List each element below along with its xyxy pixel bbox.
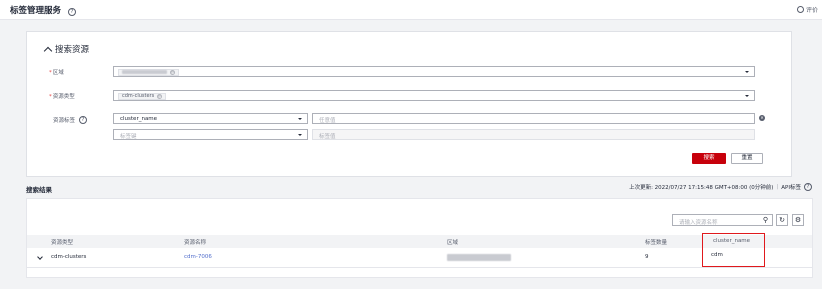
tag-value-placeholder: 任意值 <box>319 118 336 124</box>
chip-close-icon[interactable]: ⊗ <box>157 93 163 99</box>
page-title: 标签管理服务 ? <box>10 4 76 16</box>
col-resource-name: 资源名称 <box>184 240 207 246</box>
table-row[interactable]: cdm-clusters cdm-7006 9 cdm <box>27 248 812 268</box>
search-section-toggle[interactable]: 搜索资源 <box>43 43 90 55</box>
row-resource-type: cdm-clusters <box>51 254 87 260</box>
smile-icon <box>796 6 804 13</box>
results-title: 搜索结果 <box>26 186 52 194</box>
region-chip: ⊗ <box>118 68 179 76</box>
region-label: *区域 <box>49 70 64 76</box>
chevron-down-icon <box>298 134 302 136</box>
tag-key-placeholder: 标签键 <box>120 134 137 140</box>
search-panel: 搜索资源 *区域 ⊗ *资源类型 cdm-clusters ⊗ 资源标签 ? c… <box>26 31 792 177</box>
help-icon[interactable]: ? <box>67 8 76 16</box>
expand-row-icon[interactable] <box>37 254 43 260</box>
required-mark: * <box>49 94 52 100</box>
tag-key-select-2[interactable]: 标签键 <box>113 129 308 140</box>
table-header: 资源类型 资源名称 区域 标签数量 cluster_name <box>27 235 812 248</box>
evaluate-label: 评价 <box>805 7 818 14</box>
gear-icon: ⚙ <box>794 216 802 224</box>
search-section-title: 搜索资源 <box>55 45 90 55</box>
required-mark: * <box>49 70 52 76</box>
highlight-box <box>702 233 765 267</box>
row-tag-count: 9 <box>645 254 649 260</box>
region-select[interactable]: ⊗ <box>113 66 755 77</box>
delete-tag-icon[interactable]: ✕ <box>759 115 765 121</box>
tag-value-input[interactable]: 任意值 <box>312 113 755 124</box>
row-region-redacted <box>447 254 511 261</box>
top-bar: 标签管理服务 ? 评价 <box>0 0 822 20</box>
resource-type-label: *资源类型 <box>49 94 75 100</box>
api-tag-link[interactable]: API标签 <box>781 183 801 191</box>
page-title-text: 标签管理服务 <box>10 6 62 16</box>
region-value-redacted <box>122 70 167 74</box>
tag-key-value: cluster_name <box>120 116 158 122</box>
settings-button[interactable]: ⚙ <box>792 214 804 226</box>
separator: | <box>776 184 779 190</box>
chevron-down-icon <box>298 118 302 120</box>
refresh-button[interactable]: ↻ <box>776 214 788 226</box>
col-region: 区域 <box>447 240 459 246</box>
chevron-down-icon <box>745 71 749 73</box>
search-button[interactable]: 搜索 <box>692 153 726 164</box>
help-icon[interactable]: ? <box>79 116 88 124</box>
help-icon[interactable]: ? <box>804 183 812 191</box>
search-placeholder: 请输入资源名称 <box>679 220 718 226</box>
reset-button[interactable]: 重置 <box>731 153 763 164</box>
refresh-icon: ↻ <box>779 216 785 224</box>
tag-value-input-2: 标签值 <box>312 129 755 140</box>
last-update-text: 上次更新: 2022/07/27 17:15:48 GMT+08:00 (0分钟… <box>629 185 774 191</box>
tag-key-select[interactable]: cluster_name <box>113 113 308 124</box>
search-icon[interactable]: ⚲ <box>763 216 768 224</box>
caret-up-icon <box>43 46 53 55</box>
col-resource-type: 资源类型 <box>51 240 74 246</box>
col-tag-count: 标签数量 <box>645 240 668 246</box>
tag-value-placeholder-2: 标签值 <box>319 134 336 140</box>
results-panel: 请输入资源名称 ⚲ ↻ ⚙ 资源类型 资源名称 区域 标签数量 cluster_… <box>26 198 813 278</box>
resource-search-input[interactable]: 请输入资源名称 ⚲ <box>672 214 773 226</box>
update-info: 上次更新: 2022/07/27 17:15:48 GMT+08:00 (0分钟… <box>629 183 812 191</box>
resource-type-chip-label: cdm-clusters <box>122 92 155 99</box>
chevron-down-icon <box>745 95 749 97</box>
resource-type-select[interactable]: cdm-clusters ⊗ <box>113 90 755 101</box>
resource-tag-label: 资源标签 ? <box>53 116 88 124</box>
evaluate-link[interactable]: 评价 <box>796 5 818 14</box>
chip-close-icon[interactable]: ⊗ <box>170 69 175 75</box>
resource-type-chip: cdm-clusters ⊗ <box>118 92 167 100</box>
row-resource-name-link[interactable]: cdm-7006 <box>184 254 212 260</box>
